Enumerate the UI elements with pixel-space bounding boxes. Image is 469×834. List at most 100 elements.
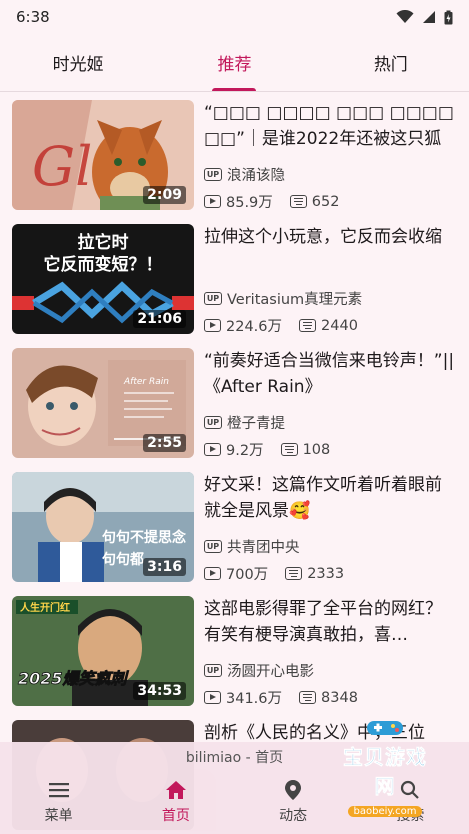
uploader-name: Veritasium真理元素 <box>227 292 363 308</box>
up-badge-icon: UP <box>204 292 222 305</box>
video-duration: 34:53 <box>133 682 186 700</box>
view-count: 341.6万 <box>226 691 283 707</box>
video-duration: 3:16 <box>143 558 186 576</box>
video-title[interactable]: “□□□ □□□□ □□□ □□□□ □□”｜是谁2022年还被这只狐狸蛊的要… <box>204 100 457 154</box>
danmaku-icon <box>299 319 317 332</box>
up-badge-icon: UP <box>204 664 222 677</box>
video-thumbnail[interactable]: 人生开门红 2025爆笑疯刺 34:53 <box>12 596 194 706</box>
video-thumbnail[interactable]: Gla 2:09 <box>12 100 194 210</box>
stats-row: 341.6万 8348 <box>204 687 457 708</box>
danmaku-icon <box>289 195 307 208</box>
nav-label: 动态 <box>279 807 308 824</box>
uploader-row[interactable]: UP 汤圆开心电影 <box>204 660 457 681</box>
tab-label: 热门 <box>373 55 408 75</box>
gamepad-icon <box>367 721 403 735</box>
view-count: 85.9万 <box>226 195 273 211</box>
location-icon <box>284 778 302 802</box>
uploader-row[interactable]: UP 共青团中央 <box>204 536 457 557</box>
video-info: “□□□ □□□□ □□□ □□□□ □□”｜是谁2022年还被这只狐狸蛊的要…… <box>194 100 457 217</box>
menu-icon <box>48 778 70 802</box>
video-duration: 2:55 <box>143 434 186 452</box>
nav-item-home[interactable]: 首页 <box>117 768 234 834</box>
stats-row: 9.2万 108 <box>204 439 457 460</box>
video-thumbnail[interactable]: After Rain 2:55 <box>12 348 194 458</box>
play-count-icon <box>204 567 221 580</box>
video-meta: UP 浪涌该隐 85.9万 652 <box>204 164 457 212</box>
nav-label: 首页 <box>161 807 190 824</box>
tab-label: 推荐 <box>217 55 252 75</box>
thumb-text: 句句都 <box>102 551 144 568</box>
video-item[interactable]: Gla 2:09 “□□□ □□□□ □□□ □□□□ □□”｜是谁2022年还… <box>0 93 469 217</box>
danmaku-count: 652 <box>311 193 340 210</box>
thumb-text: 句句不提思念 <box>102 529 187 546</box>
video-title[interactable]: “前奏好适合当微信来电铃声！”||《After Rain》 <box>204 348 457 402</box>
thumb-text: 它反而变短？！ <box>44 254 163 275</box>
video-thumbnail[interactable]: 句句不提思念 句句都 3:16 <box>12 472 194 582</box>
video-duration: 2:09 <box>143 186 186 204</box>
watermark-logo: 宝贝游戏网 baobeiy.com <box>335 717 435 818</box>
video-item[interactable]: 句句不提思念 句句都 3:16 好文采！这篇作文听着听着眼前就全是风景🥰 UP … <box>0 465 469 589</box>
danmaku-count: 2440 <box>321 317 358 334</box>
view-count: 9.2万 <box>226 443 264 459</box>
uploader-row[interactable]: UP 橙子青提 <box>204 412 457 433</box>
watermark-text: 宝贝游戏网 <box>343 745 427 799</box>
play-count-icon <box>204 319 221 332</box>
view-count: 700万 <box>226 567 269 583</box>
danmaku-icon <box>299 691 317 704</box>
thumb-text: 2025爆笑疯刺 <box>18 669 130 688</box>
up-badge-icon: UP <box>204 416 222 429</box>
uploader-name: 橙子青提 <box>227 416 285 432</box>
danmaku-count: 108 <box>302 441 331 458</box>
video-meta: UP 橙子青提 9.2万 108 <box>204 412 457 460</box>
uploader-row[interactable]: UP Veritasium真理元素 <box>204 288 457 309</box>
video-info: “前奏好适合当微信来电铃声！”||《After Rain》 UP 橙子青提 9.… <box>194 348 457 465</box>
stats-row: 224.6万 2440 <box>204 315 457 336</box>
video-title[interactable]: 好文采！这篇作文听着听着眼前就全是风景🥰 <box>204 472 457 526</box>
video-item[interactable]: 人生开门红 2025爆笑疯刺 34:53 这部电影得罪了全平台的网红？有笑有梗导… <box>0 589 469 713</box>
uploader-row[interactable]: UP 浪涌该隐 <box>204 164 457 185</box>
video-title[interactable]: 这部电影得罪了全平台的网红？有笑有梗导演真敢拍，喜… <box>204 596 457 650</box>
thumb-text: After Rain <box>123 377 169 387</box>
stats-row: 700万 2333 <box>204 563 457 584</box>
video-meta: UP Veritasium真理元素 224.6万 2440 <box>204 288 457 336</box>
play-count-icon <box>204 195 221 208</box>
thumb-text: 人生开门红 <box>20 601 70 614</box>
tab-timeline[interactable]: 时光姬 <box>0 34 156 91</box>
danmaku-count: 8348 <box>321 689 358 706</box>
tab-recommend[interactable]: 推荐 <box>156 34 312 91</box>
status-icons <box>396 10 453 25</box>
nav-label: 菜单 <box>44 807 73 824</box>
video-thumbnail[interactable]: 拉它时 它反而变短？！ 21:06 <box>12 224 194 334</box>
nav-item-menu[interactable]: 菜单 <box>0 768 117 834</box>
thumb-text: 拉它时 <box>78 232 129 253</box>
play-count-icon <box>204 691 221 704</box>
danmaku-icon <box>280 443 298 456</box>
video-info: 这部电影得罪了全平台的网红？有笑有梗导演真敢拍，喜… UP 汤圆开心电影 341… <box>194 596 457 713</box>
video-meta: UP 共青团中央 700万 2333 <box>204 536 457 584</box>
uploader-name: 浪涌该隐 <box>227 168 285 184</box>
video-item[interactable]: 拉它时 它反而变短？！ 21:06 拉伸这个小玩意，它反而会收缩 UP Veri… <box>0 217 469 341</box>
cellular-icon <box>423 11 435 23</box>
up-badge-icon: UP <box>204 168 222 181</box>
video-title[interactable]: 拉伸这个小玩意，它反而会收缩 <box>204 224 457 278</box>
danmaku-count: 2333 <box>307 565 345 582</box>
danmaku-icon <box>285 567 303 580</box>
tab-popular[interactable]: 热门 <box>313 34 469 91</box>
stats-row: 85.9万 652 <box>204 191 457 212</box>
status-bar: 6:38 <box>0 0 469 34</box>
video-meta: UP 汤圆开心电影 341.6万 8348 <box>204 660 457 708</box>
watermark-url: baobeiy.com <box>347 806 423 817</box>
play-count-icon <box>204 443 221 456</box>
status-time: 6:38 <box>16 8 50 26</box>
up-badge-icon: UP <box>204 540 222 553</box>
battery-icon <box>444 10 453 24</box>
video-info: 好文采！这篇作文听着听着眼前就全是风景🥰 UP 共青团中央 700万 2333 <box>194 472 457 589</box>
tab-label: 时光姬 <box>52 55 104 75</box>
video-info: 拉伸这个小玩意，它反而会收缩 UP Veritasium真理元素 224.6万 … <box>194 224 457 341</box>
view-count: 224.6万 <box>226 319 283 335</box>
uploader-name: 共青团中央 <box>227 540 300 556</box>
uploader-name: 汤圆开心电影 <box>227 664 314 680</box>
top-tabs: 时光姬 推荐 热门 <box>0 34 469 92</box>
wifi-icon <box>396 10 414 23</box>
video-item[interactable]: After Rain 2:55 “前奏好适合当微信来电铃声！”||《After … <box>0 341 469 465</box>
